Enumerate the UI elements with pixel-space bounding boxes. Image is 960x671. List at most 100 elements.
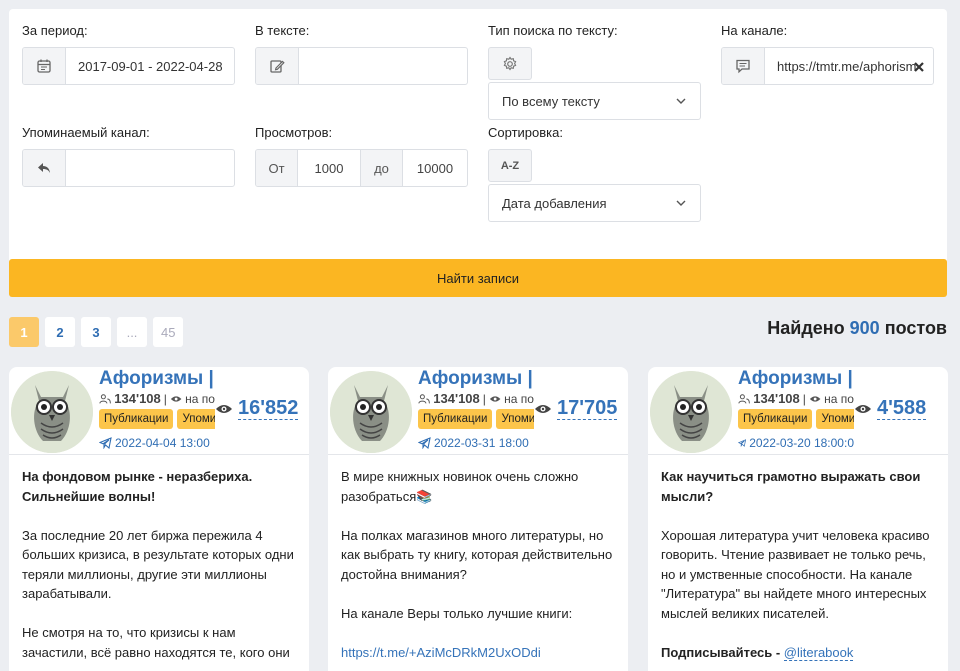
- chevron-down-icon: [676, 200, 686, 206]
- post-tags: Публикации Упомина: [738, 409, 854, 429]
- subscribe-prefix: Подписывайтесь -: [661, 644, 781, 660]
- channel-avatar[interactable]: [650, 371, 732, 453]
- subscribers-icon: [418, 393, 430, 404]
- post-date[interactable]: 2022-03-20 18:00:0: [738, 436, 854, 450]
- sort-label: Сортировка:: [488, 125, 563, 140]
- sort-select[interactable]: Дата добавления: [488, 184, 701, 222]
- post-date-value: 2022-03-31 18:00: [434, 436, 529, 450]
- gear-icon: [488, 47, 532, 80]
- period-value[interactable]: 2017-09-01 - 2022-04-28: [66, 48, 234, 84]
- post-body: В мире книжных новинок очень сложно разо…: [328, 455, 628, 671]
- search-type-value: По всему тексту: [502, 93, 600, 109]
- period-field[interactable]: 2017-09-01 - 2022-04-28: [22, 47, 235, 85]
- subscribers-icon: [99, 393, 111, 404]
- subscribers-icon: [738, 393, 750, 404]
- found-count: Найдено 900 постов: [767, 318, 947, 339]
- post-views: 4'588: [854, 397, 927, 420]
- post-card-header: Афоризмы | Л 134'108| на по Публикации У…: [9, 367, 309, 455]
- views-to-input[interactable]: 10000: [403, 150, 467, 186]
- views-from-input[interactable]: 1000: [298, 150, 361, 186]
- found-suffix: постов: [884, 318, 947, 338]
- mentioned-channel-field[interactable]: [22, 149, 235, 187]
- eye-icon: [170, 395, 182, 402]
- calendar-icon: [23, 48, 66, 84]
- post-link[interactable]: https://t.me/+AziMcDRkM2UxODdi: [341, 643, 615, 663]
- post-card: Афоризмы | Л 134'108| на по Публикации У…: [328, 367, 628, 671]
- found-number: 900: [849, 318, 880, 338]
- views-label: Просмотров:: [255, 125, 333, 140]
- tag-mentions[interactable]: Упомина: [816, 409, 854, 429]
- tag-mentions[interactable]: Упомина: [177, 409, 215, 429]
- post-card: Афоризмы | Л 134'108| на по Публикации У…: [9, 367, 309, 671]
- post-paragraph: Как научиться грамотно выражать свои мыс…: [661, 469, 921, 504]
- post-tags: Публикации Упомина: [99, 409, 215, 429]
- page-1[interactable]: 1: [9, 317, 39, 347]
- channel-meta: 134'108 | на по: [418, 391, 534, 406]
- telegram-icon: [99, 437, 112, 449]
- post-body: Как научиться грамотно выражать свои мыс…: [648, 455, 948, 671]
- tag-publications[interactable]: Публикации: [738, 409, 813, 429]
- page-last[interactable]: 45: [153, 317, 184, 347]
- post-paragraph: За последние 20 лет биржа пережила 4 бол…: [22, 527, 294, 602]
- channel-avatar[interactable]: [11, 371, 93, 453]
- page-3[interactable]: 3: [81, 317, 111, 347]
- views-count[interactable]: 4'588: [877, 397, 927, 420]
- post-tags: Публикации Упомина: [418, 409, 534, 429]
- meta-tail: на по: [185, 391, 215, 406]
- channel-title[interactable]: Афоризмы | Л: [418, 368, 534, 390]
- post-body: На фондовом рынке - неразбериха. Сильней…: [9, 455, 309, 671]
- tag-publications[interactable]: Публикации: [99, 409, 174, 429]
- message-icon: [722, 48, 765, 84]
- search-type-label: Тип поиска по тексту:: [488, 23, 618, 38]
- views-count[interactable]: 16'852: [238, 397, 299, 420]
- channel-title[interactable]: Афоризмы | Л: [99, 368, 215, 390]
- channel-title[interactable]: Афоризмы | Л: [738, 368, 854, 390]
- channel-avatar[interactable]: [330, 371, 412, 453]
- sort-value: Дата добавления: [502, 195, 607, 211]
- post-card-header: Афоризмы | Л 134'108| на по Публикации У…: [648, 367, 948, 455]
- chevron-down-icon: [676, 98, 686, 104]
- period-label: За период:: [22, 23, 88, 38]
- channel-label: На канале:: [721, 23, 788, 38]
- tag-mentions[interactable]: Упомина: [496, 409, 534, 429]
- subscribers-count: 134'108: [433, 391, 480, 406]
- search-type-select[interactable]: По всему тексту: [488, 82, 701, 120]
- channel-meta: 134'108 | на по: [738, 391, 854, 406]
- views-range: От 1000 до 10000: [255, 149, 468, 187]
- channel-field[interactable]: https://tmtr.me/aphorism: [721, 47, 934, 85]
- views-count[interactable]: 17'705: [557, 397, 618, 420]
- find-posts-button[interactable]: Найти записи: [9, 259, 947, 297]
- subscribers-count: 134'108: [753, 391, 800, 406]
- pagination: 1 2 3 ... 45: [9, 317, 184, 347]
- meta-tail: на по: [504, 391, 534, 406]
- eye-icon: [489, 395, 501, 402]
- post-date-value: 2022-04-04 13:00: [115, 436, 210, 450]
- text-search-value[interactable]: [299, 48, 467, 84]
- eye-icon: [535, 404, 551, 413]
- mentioned-channel-label: Упоминаемый канал:: [22, 125, 150, 140]
- post-paragraph: Подписывайтесь - @literabook: [661, 643, 935, 663]
- filter-panel: За период: 2017-09-01 - 2022-04-28 В тек…: [9, 9, 947, 297]
- post-views: 16'852: [215, 397, 299, 420]
- channel-value[interactable]: https://tmtr.me/aphorism: [765, 48, 933, 84]
- tag-publications[interactable]: Публикации: [418, 409, 493, 429]
- text-search-field[interactable]: [255, 47, 468, 85]
- post-paragraph: На полках магазинов много литературы, но…: [341, 527, 613, 582]
- post-date[interactable]: 2022-04-04 13:00: [99, 436, 215, 450]
- page-2[interactable]: 2: [45, 317, 75, 347]
- channel-handle-link[interactable]: @literabook: [783, 644, 854, 661]
- mentioned-channel-value[interactable]: [66, 150, 234, 186]
- page-ellipsis: ...: [117, 317, 147, 347]
- views-to-label: до: [361, 150, 403, 186]
- clear-icon[interactable]: [913, 61, 925, 73]
- post-card-header: Афоризмы | Л 134'108| на по Публикации У…: [328, 367, 628, 455]
- post-date[interactable]: 2022-03-31 18:00: [418, 436, 534, 450]
- post-date-value: 2022-03-20 18:00:0: [749, 436, 854, 450]
- post-paragraph: На фондовом рынке - неразбериха. Сильней…: [22, 469, 253, 504]
- post-paragraph: На канале Веры только лучшие книги:: [341, 605, 573, 621]
- channel-meta: 134'108 | на по: [99, 391, 215, 406]
- post-paragraph: В мире книжных новинок очень сложно разо…: [341, 469, 579, 504]
- views-from-label: От: [256, 150, 298, 186]
- found-prefix: Найдено: [767, 318, 845, 338]
- telegram-icon: [738, 439, 747, 448]
